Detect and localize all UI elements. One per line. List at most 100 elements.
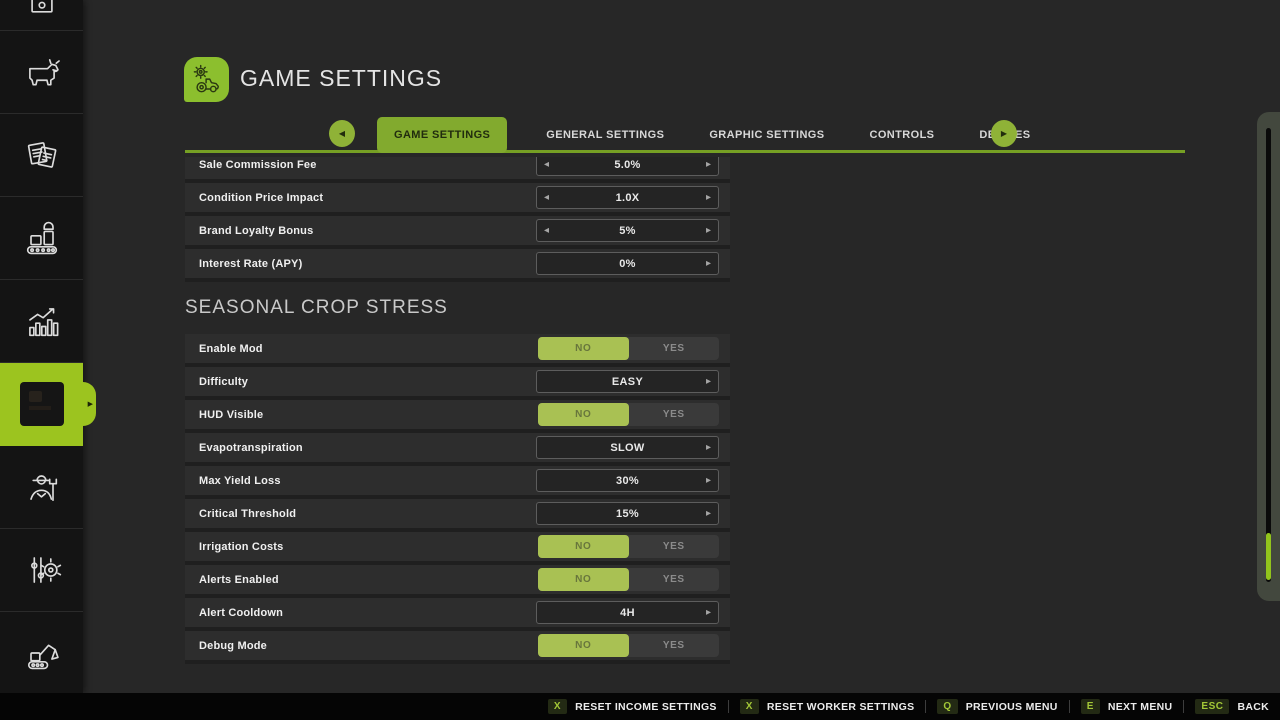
value-stepper[interactable]: ◂ 1.0X ▸ xyxy=(536,186,719,209)
setting-label: HUD Visible xyxy=(185,409,538,421)
stepper-right-icon[interactable]: ▸ xyxy=(706,476,711,486)
settings-row: Alerts Enabled NO YES xyxy=(185,565,730,598)
stepper-right-icon[interactable]: ▸ xyxy=(706,259,711,269)
sidebar-item-tuning[interactable] xyxy=(0,529,83,612)
toggle-option-yes[interactable]: YES xyxy=(629,337,720,360)
sidebar-item-animals[interactable] xyxy=(0,31,83,114)
tabs-scroll-left-button[interactable]: ◀ xyxy=(329,120,355,147)
setting-label: Condition Price Impact xyxy=(185,192,536,204)
hint-back[interactable]: ESC BACK xyxy=(1184,699,1280,714)
section-title: SEASONAL CROP STRESS xyxy=(185,296,730,320)
toggle-option-yes[interactable]: YES xyxy=(629,403,720,426)
settings-row: Difficulty EASY ▸ xyxy=(185,367,730,400)
sidebar-item-map[interactable] xyxy=(0,0,83,31)
cow-icon xyxy=(20,50,64,94)
settings-row: Critical Threshold 15% ▸ xyxy=(185,499,730,532)
sidebar: ▶ xyxy=(0,0,83,693)
tractor-gear-icon xyxy=(189,62,225,98)
stepper-right-icon[interactable]: ▸ xyxy=(706,608,711,618)
active-arrow-icon: ▶ xyxy=(88,400,93,408)
hint-label: RESET INCOME SETTINGS xyxy=(575,701,717,713)
setting-label: Sale Commission Fee xyxy=(185,159,536,171)
value-stepper[interactable]: SLOW ▸ xyxy=(536,436,719,459)
stepper-right-icon[interactable]: ▸ xyxy=(706,509,711,519)
footer-keybind-bar: X RESET INCOME SETTINGS X RESET WORKER S… xyxy=(0,693,1280,720)
tab-general-settings[interactable]: GENERAL SETTINGS xyxy=(540,129,670,141)
hint-label: RESET WORKER SETTINGS xyxy=(767,701,914,713)
yes-no-toggle[interactable]: NO YES xyxy=(538,535,719,558)
yes-no-toggle[interactable]: NO YES xyxy=(538,568,719,591)
value-stepper[interactable]: 15% ▸ xyxy=(536,502,719,525)
stepper-right-icon[interactable]: ▸ xyxy=(706,160,711,170)
value-stepper[interactable]: 30% ▸ xyxy=(536,469,719,492)
stepper-left-icon[interactable]: ◂ xyxy=(544,160,549,170)
scrollbar-thumb[interactable] xyxy=(1266,533,1271,580)
value-stepper[interactable]: EASY ▸ xyxy=(536,370,719,393)
settings-row: Condition Price Impact ◂ 1.0X ▸ xyxy=(185,183,730,216)
scrollbar-track[interactable] xyxy=(1257,112,1280,601)
value-stepper[interactable]: 4H ▸ xyxy=(536,601,719,624)
setting-label: Enable Mod xyxy=(185,343,538,355)
setting-label: Interest Rate (APY) xyxy=(185,258,536,270)
tabs-scroll-right-button[interactable]: ▶ xyxy=(991,120,1017,147)
settings-row: Brand Loyalty Bonus ◂ 5% ▸ xyxy=(185,216,730,249)
stepper-value: SLOW xyxy=(610,442,644,454)
settings-row: Irrigation Costs NO YES xyxy=(185,532,730,565)
stepper-right-icon[interactable]: ▸ xyxy=(706,226,711,236)
tab-game-settings[interactable]: GAME SETTINGS xyxy=(377,117,507,153)
tab-graphic-settings[interactable]: GRAPHIC SETTINGS xyxy=(703,129,830,141)
stepper-right-icon[interactable]: ▸ xyxy=(706,377,711,387)
setting-label: Evapotranspiration xyxy=(185,442,536,454)
toggle-option-no[interactable]: NO xyxy=(538,568,629,591)
stepper-right-icon[interactable]: ▸ xyxy=(706,443,711,453)
toggle-option-yes[interactable]: YES xyxy=(629,535,720,558)
stepper-right-icon[interactable]: ▸ xyxy=(706,193,711,203)
mod-settings-icon xyxy=(20,382,64,426)
tab-bar: GAME SETTINGS GENERAL SETTINGS GRAPHIC S… xyxy=(377,117,1037,153)
hint-reset-worker-settings[interactable]: X RESET WORKER SETTINGS xyxy=(729,699,926,714)
yes-no-toggle[interactable]: NO YES xyxy=(538,403,719,426)
tab-controls[interactable]: CONTROLS xyxy=(864,129,941,141)
setting-label: Max Yield Loss xyxy=(185,475,536,487)
setting-label: Difficulty xyxy=(185,376,536,388)
sidebar-item-production[interactable] xyxy=(0,197,83,280)
hint-reset-income-settings[interactable]: X RESET INCOME SETTINGS xyxy=(537,699,728,714)
sidebar-item-farmer[interactable] xyxy=(0,446,83,529)
yes-no-toggle[interactable]: NO YES xyxy=(538,337,719,360)
stepper-left-icon[interactable]: ◂ xyxy=(544,226,549,236)
value-stepper[interactable]: 0% ▸ xyxy=(536,252,719,275)
stepper-value: 30% xyxy=(616,475,639,487)
toggle-option-no[interactable]: NO xyxy=(538,535,629,558)
settings-row: Interest Rate (APY) 0% ▸ xyxy=(185,249,730,282)
sidebar-item-construction[interactable] xyxy=(0,612,83,695)
sidebar-item-mod-settings[interactable]: ▶ xyxy=(0,363,83,446)
settings-list: Sale Commission Fee ◂ 5.0% ▸ Condition P… xyxy=(185,157,730,680)
page-icon xyxy=(184,57,229,102)
value-stepper[interactable]: ◂ 5.0% ▸ xyxy=(536,157,719,176)
key-badge-q: Q xyxy=(937,699,957,714)
toggle-option-yes[interactable]: YES xyxy=(629,634,720,657)
toggle-option-yes[interactable]: YES xyxy=(629,568,720,591)
setting-label: Debug Mode xyxy=(185,640,538,652)
settings-row: Debug Mode NO YES xyxy=(185,631,730,664)
sidebar-item-statistics[interactable] xyxy=(0,280,83,363)
toggle-option-no[interactable]: NO xyxy=(538,403,629,426)
hint-previous-menu[interactable]: Q PREVIOUS MENU xyxy=(926,699,1068,714)
stepper-left-icon[interactable]: ◂ xyxy=(544,193,549,203)
statistics-icon xyxy=(20,299,64,343)
stepper-value: 5% xyxy=(619,225,636,237)
settings-row: Max Yield Loss 30% ▸ xyxy=(185,466,730,499)
hint-label: NEXT MENU xyxy=(1108,701,1173,713)
yes-no-toggle[interactable]: NO YES xyxy=(538,634,719,657)
production-icon xyxy=(20,216,64,260)
toggle-option-no[interactable]: NO xyxy=(538,337,629,360)
map-icon xyxy=(20,0,64,14)
key-badge-esc: ESC xyxy=(1195,699,1229,714)
farmer-icon xyxy=(20,465,64,509)
stepper-value: 4H xyxy=(620,607,635,619)
value-stepper[interactable]: ◂ 5% ▸ xyxy=(536,219,719,242)
active-item-bump: ▶ xyxy=(83,382,96,426)
sidebar-item-contracts[interactable] xyxy=(0,114,83,197)
hint-next-menu[interactable]: E NEXT MENU xyxy=(1070,699,1184,714)
toggle-option-no[interactable]: NO xyxy=(538,634,629,657)
